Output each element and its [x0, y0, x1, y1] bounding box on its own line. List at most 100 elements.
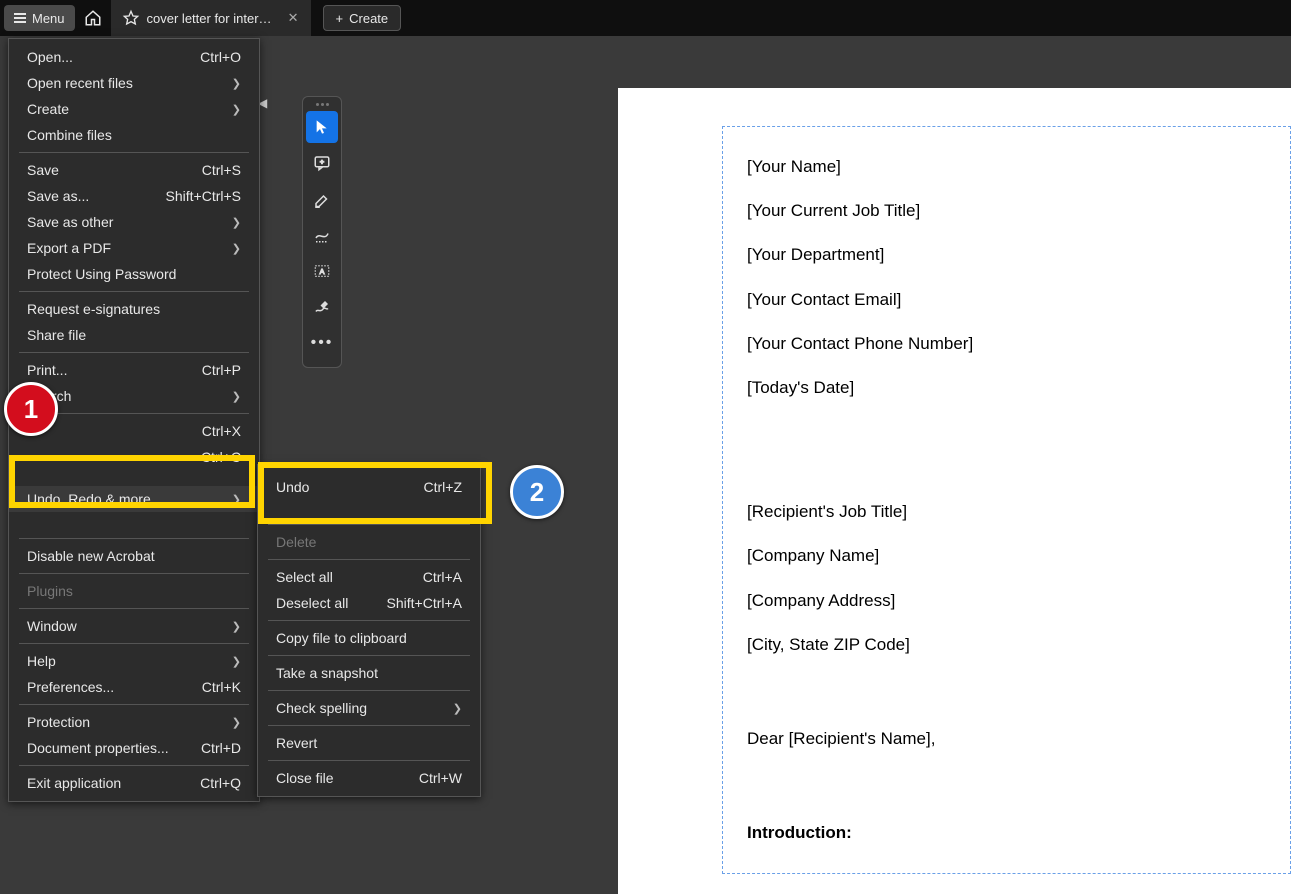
cursor-icon	[314, 119, 330, 135]
sign-icon	[313, 298, 331, 316]
menu-separator	[19, 643, 249, 644]
menu-item-undo-redo-more[interactable]: Undo, Redo & more❯	[9, 486, 259, 512]
menu-separator	[268, 725, 470, 726]
tab-title: cover letter for internal p...	[147, 11, 276, 26]
sign-tool[interactable]	[306, 291, 338, 323]
menu-separator	[19, 765, 249, 766]
doc-line: [Your Name]	[747, 145, 1266, 189]
submenu-item-select-all[interactable]: Select allCtrl+A	[258, 564, 480, 590]
chevron-right-icon: ❯	[232, 493, 241, 506]
menu-item-open-recent[interactable]: Open recent files❯	[9, 70, 259, 96]
svg-text:+: +	[320, 159, 324, 166]
menu-item-exit[interactable]: Exit applicationCtrl+Q	[9, 770, 259, 796]
menu-item-plugins: Plugins	[9, 578, 259, 604]
menu-item-save-other[interactable]: Save as other❯	[9, 209, 259, 235]
menu-separator	[19, 608, 249, 609]
doc-line: [Your Department]	[747, 233, 1266, 277]
document-tab[interactable]: cover letter for internal p... ✕	[111, 0, 311, 36]
chevron-right-icon: ❯	[453, 702, 462, 715]
undo-redo-submenu: UndoCtrl+Z Delete Select allCtrl+A Desel…	[257, 464, 481, 797]
menu-item-create[interactable]: Create❯	[9, 96, 259, 122]
highlight-tool[interactable]	[306, 183, 338, 215]
doc-line: [Your Contact Email]	[747, 278, 1266, 322]
menu-item-combine[interactable]: Combine files	[9, 122, 259, 148]
menu-item-protect-password[interactable]: Protect Using Password	[9, 261, 259, 287]
plus-icon: +	[336, 11, 344, 26]
menu-separator	[268, 620, 470, 621]
menu-item-open[interactable]: Open...Ctrl+O	[9, 44, 259, 70]
text-tool[interactable]: A	[306, 255, 338, 287]
chevron-right-icon: ❯	[232, 216, 241, 229]
doc-line: [Your Contact Phone Number]	[747, 322, 1266, 366]
home-icon	[84, 9, 102, 27]
menu-item-disable-new-acrobat[interactable]: Disable new Acrobat	[9, 543, 259, 569]
menu-separator	[19, 152, 249, 153]
comment-icon: +	[313, 154, 331, 172]
menu-separator	[19, 573, 249, 574]
draw-tool[interactable]	[306, 219, 338, 251]
hamburger-icon	[14, 13, 26, 23]
submenu-item-close-file[interactable]: Close fileCtrl+W	[258, 765, 480, 791]
menu-item-window[interactable]: Window❯	[9, 613, 259, 639]
create-button[interactable]: + Create	[323, 5, 402, 31]
menu-separator	[268, 690, 470, 691]
chevron-right-icon: ❯	[232, 655, 241, 668]
chevron-right-icon: ❯	[232, 390, 241, 403]
vertical-toolbar: + A •••	[302, 96, 342, 368]
chevron-right-icon: ❯	[232, 103, 241, 116]
submenu-item-delete: Delete	[258, 529, 480, 555]
menu-separator	[19, 291, 249, 292]
annotation-badge-2: 2	[510, 465, 564, 519]
select-tool[interactable]	[306, 111, 338, 143]
menu-separator	[268, 559, 470, 560]
annotation-badge-1: 1	[4, 382, 58, 436]
home-button[interactable]	[79, 4, 107, 32]
menu-item-copy[interactable]: Ctrl+C	[9, 444, 259, 470]
ellipsis-icon: •••	[311, 334, 334, 352]
submenu-item-revert[interactable]: Revert	[258, 730, 480, 756]
submenu-item-copy-clipboard[interactable]: Copy file to clipboard	[258, 625, 480, 651]
menu-item-save[interactable]: SaveCtrl+S	[9, 157, 259, 183]
doc-greeting: Dear [Recipient's Name],	[747, 717, 1266, 761]
menu-item-print[interactable]: Print...Ctrl+P	[9, 357, 259, 383]
chevron-right-icon: ❯	[232, 77, 241, 90]
submenu-item-undo[interactable]: UndoCtrl+Z	[258, 474, 480, 500]
chevron-right-icon: ❯	[232, 242, 241, 255]
menu-item-request-esign[interactable]: Request e-signatures	[9, 296, 259, 322]
menu-button[interactable]: Menu	[4, 5, 75, 31]
star-icon	[123, 10, 139, 26]
chevron-right-icon: ❯	[232, 716, 241, 729]
doc-line: [Recipient's Job Title]	[747, 490, 1266, 534]
submenu-item-check-spelling[interactable]: Check spelling❯	[258, 695, 480, 721]
document-text-frame[interactable]: [Your Name] [Your Current Job Title] [Yo…	[722, 126, 1291, 874]
menu-separator	[268, 760, 470, 761]
comment-tool[interactable]: +	[306, 147, 338, 179]
menu-item-export-pdf[interactable]: Export a PDF❯	[9, 235, 259, 261]
menu-item-share-file[interactable]: Share file	[9, 322, 259, 348]
menu-separator	[268, 524, 470, 525]
menu-item-protection[interactable]: Protection❯	[9, 709, 259, 735]
doc-line: [City, State ZIP Code]	[747, 623, 1266, 667]
doc-section-heading: Introduction:	[747, 811, 1266, 855]
menu-item-preferences[interactable]: Preferences...Ctrl+K	[9, 674, 259, 700]
menu-button-label: Menu	[32, 11, 65, 26]
menu-separator	[19, 352, 249, 353]
menu-separator	[19, 704, 249, 705]
menu-item-help[interactable]: Help❯	[9, 648, 259, 674]
menu-item-save-as[interactable]: Save as...Shift+Ctrl+S	[9, 183, 259, 209]
doc-line: [Your Current Job Title]	[747, 189, 1266, 233]
text-box-icon: A	[313, 262, 331, 280]
tab-close-button[interactable]: ✕	[284, 8, 303, 28]
toolbar-drag-handle[interactable]	[303, 101, 341, 107]
doc-line: [Company Name]	[747, 534, 1266, 578]
submenu-item-deselect-all[interactable]: Deselect allShift+Ctrl+A	[258, 590, 480, 616]
more-tools[interactable]: •••	[306, 327, 338, 359]
create-button-label: Create	[349, 11, 388, 26]
menu-item-document-properties[interactable]: Document properties...Ctrl+D	[9, 735, 259, 761]
doc-line: [Today's Date]	[747, 366, 1266, 410]
submenu-item-snapshot[interactable]: Take a snapshot	[258, 660, 480, 686]
freeform-icon	[313, 226, 331, 244]
highlight-icon	[313, 190, 331, 208]
document-page: [Your Name] [Your Current Job Title] [Yo…	[618, 88, 1291, 894]
menu-separator	[268, 655, 470, 656]
